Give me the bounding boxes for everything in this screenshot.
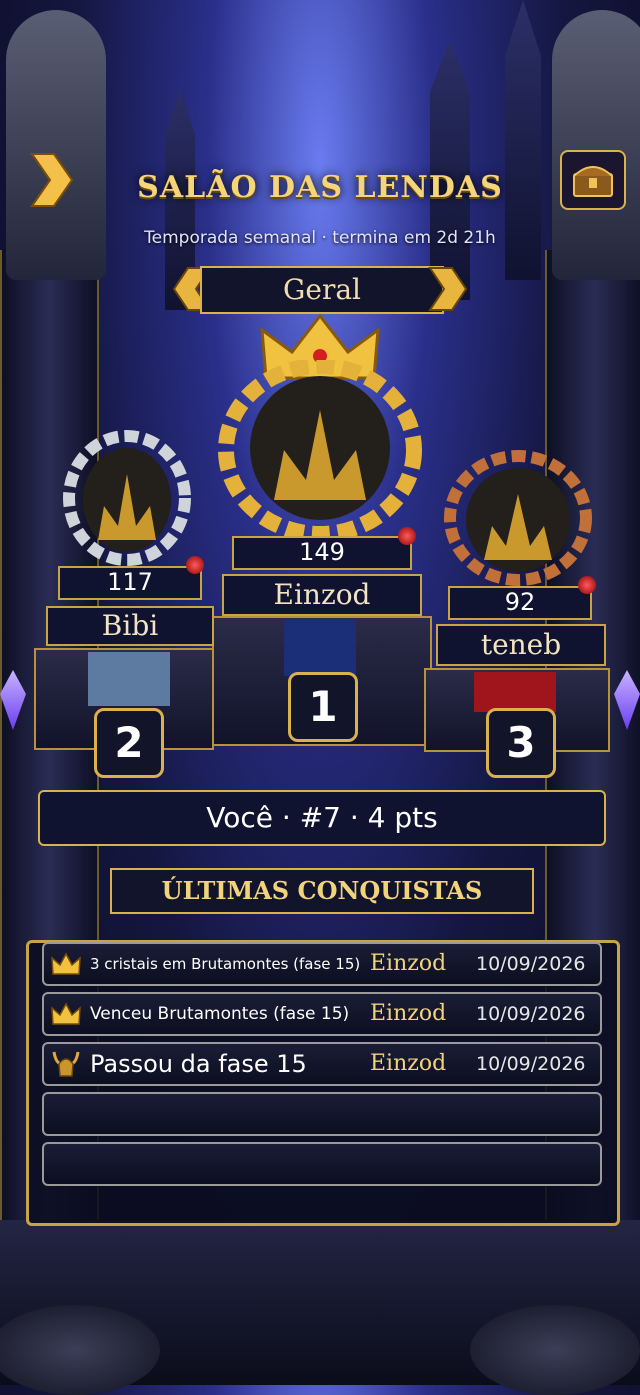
first-place-laurel-icon — [218, 360, 422, 540]
achievement-row-empty — [42, 1092, 602, 1136]
first-place-banner — [284, 620, 356, 676]
first-place-score-plaque: 149 — [232, 536, 412, 570]
tab-general[interactable]: Geral — [200, 266, 444, 314]
second-place-score-plaque: 117 — [58, 566, 202, 600]
player-rank-summary: Você · #7 · 4 pts — [38, 790, 606, 846]
first-place-score: 149 — [299, 538, 345, 566]
second-place-gem — [186, 556, 204, 574]
first-place-rank: 1 — [288, 672, 358, 742]
achievement-date: 10/09/2026 — [476, 953, 586, 975]
crown-icon — [51, 1002, 81, 1025]
third-place-gem — [578, 576, 596, 594]
tab-next-arrow-icon[interactable] — [428, 266, 468, 312]
right-rock — [470, 1305, 640, 1395]
second-place-name-plaque: Bibi — [46, 606, 214, 646]
first-place-name: Einzod — [273, 578, 371, 611]
achievement-player: Einzod — [370, 1001, 447, 1026]
first-place-name-plaque: Einzod — [222, 574, 422, 616]
third-place-name-plaque: teneb — [436, 624, 606, 666]
achievement-row: Passou da fase 15 Einzod 10/09/2026 — [42, 1042, 602, 1086]
page-title: SALÃO DAS LENDAS — [137, 170, 503, 205]
achievement-row: 3 cristais em Brutamontes (fase 15) Einz… — [42, 942, 602, 986]
third-place-score: 92 — [504, 588, 536, 616]
third-place-score-plaque: 92 — [448, 586, 592, 620]
second-place-name: Bibi — [101, 609, 159, 642]
second-place-banner — [88, 652, 170, 706]
second-place-rank: 2 — [94, 708, 164, 778]
chest-button[interactable] — [560, 150, 626, 210]
third-place-banner — [474, 672, 556, 712]
crown-icon — [51, 952, 81, 975]
horned-helmet-icon — [52, 1051, 80, 1077]
achievement-row-empty — [42, 1142, 602, 1186]
achievement-row: Venceu Brutamontes (fase 15) Einzod 10/0… — [42, 992, 602, 1036]
treasure-chest-icon — [573, 166, 613, 197]
achievement-text: 3 cristais em Brutamontes (fase 15) — [90, 955, 361, 973]
season-subtitle: Temporada semanal · termina em 2d 21h — [144, 228, 496, 248]
achievement-date: 10/09/2026 — [476, 1053, 586, 1075]
first-place-gem — [398, 527, 416, 545]
third-place-rank: 3 — [486, 708, 556, 778]
achievement-text: Venceu Brutamontes (fase 15) — [90, 1004, 350, 1024]
third-place-name: teneb — [480, 628, 562, 661]
third-place-laurel-icon — [444, 450, 592, 586]
achievement-player: Einzod — [370, 1051, 447, 1076]
achievements-title: ÚLTIMAS CONQUISTAS — [110, 868, 534, 914]
second-place-laurel-icon — [63, 430, 191, 566]
second-place-score: 117 — [107, 568, 153, 596]
achievement-text: Passou da fase 15 — [90, 1050, 307, 1078]
achievement-player: Einzod — [370, 951, 447, 976]
achievement-date: 10/09/2026 — [476, 1003, 586, 1025]
